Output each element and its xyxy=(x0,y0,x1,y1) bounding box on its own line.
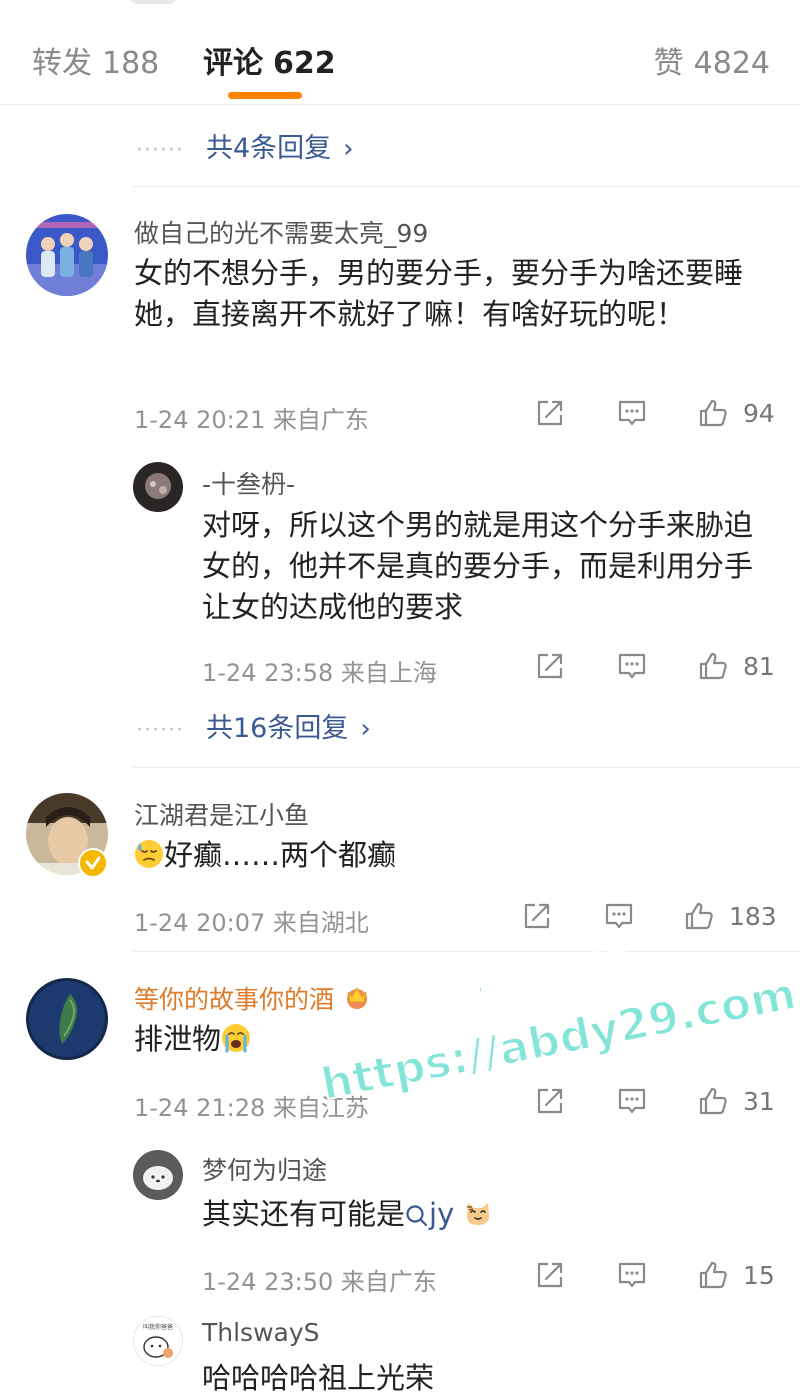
view-replies-link[interactable]: ······ 共16条回复 › xyxy=(136,706,371,745)
share-button[interactable] xyxy=(521,900,553,932)
divider xyxy=(133,767,800,768)
like-icon xyxy=(697,1259,729,1291)
search-topic-link[interactable]: jy xyxy=(405,1197,454,1231)
reply-text: 对呀，所以这个男的就是用这个分手来胁迫女的，他并不是真的要分手，而是利用分手让女… xyxy=(202,508,754,624)
comment-location: 来自湖北 xyxy=(272,909,369,937)
tab-likes-label: 赞 xyxy=(653,46,684,81)
reply-location: 来自广东 xyxy=(340,1268,437,1296)
like-count: 81 xyxy=(743,651,775,681)
share-button[interactable] xyxy=(534,1259,566,1291)
reply-location: 来自上海 xyxy=(340,659,437,687)
reply-avatar[interactable] xyxy=(133,1150,183,1200)
chevron-right-icon: › xyxy=(343,134,354,164)
like-button[interactable]: 183 xyxy=(683,900,777,932)
comment-icon xyxy=(616,1085,648,1117)
like-icon xyxy=(683,900,715,932)
like-icon xyxy=(697,1085,729,1117)
comment-username-text: 等你的故事你的酒 xyxy=(134,985,335,1014)
avatar-caption: 叫我你爸爸 xyxy=(143,1323,173,1331)
comment-text: 好癫……两个都癫 xyxy=(164,838,397,872)
sweat-face-emoji-icon xyxy=(135,840,163,868)
tab-comments[interactable]: 评论 622 xyxy=(203,38,336,82)
reply-avatar[interactable] xyxy=(133,462,183,512)
reply-username[interactable]: -十叁枬- xyxy=(202,465,295,501)
avatar[interactable] xyxy=(26,214,108,296)
tab-repost[interactable]: 转发 188 xyxy=(32,38,159,82)
comment-button[interactable] xyxy=(603,900,635,932)
tab-repost-label: 转发 xyxy=(32,46,92,81)
share-icon xyxy=(534,650,566,682)
comment-button[interactable] xyxy=(616,1259,648,1291)
reply-username[interactable]: ThlswayS xyxy=(202,1318,320,1347)
share-icon xyxy=(534,397,566,429)
comment-time: 1-24 20:07 xyxy=(134,909,266,937)
share-button[interactable] xyxy=(534,397,566,429)
view-replies-link[interactable]: ······ 共4条回复 › xyxy=(136,126,354,165)
comment-username[interactable]: 等你的故事你的酒 xyxy=(134,980,372,1016)
comment-time: 1-24 21:28 xyxy=(134,1094,266,1122)
search-icon xyxy=(406,1205,428,1227)
comment-icon xyxy=(616,1259,648,1291)
like-count: 15 xyxy=(743,1260,775,1290)
reply-meta: 1-24 23:50 来自广东 xyxy=(202,1262,437,1297)
comment-username[interactable]: 江湖君是江小鱼 xyxy=(134,796,309,832)
avatar[interactable] xyxy=(26,978,108,1060)
reply-avatar[interactable]: 叫我你爸爸 xyxy=(133,1316,183,1366)
like-count: 94 xyxy=(743,398,775,428)
tab-bar: 转发 188 评论 622 赞 4824 xyxy=(0,0,800,105)
reply-username[interactable]: 梦何为归途 xyxy=(202,1151,327,1187)
comment-username[interactable]: 做自己的光不需要太亮_99 xyxy=(134,214,428,250)
search-term: jy xyxy=(429,1197,455,1231)
dots-icon: ······ xyxy=(136,718,184,743)
cat-face-emoji-icon xyxy=(467,1203,490,1225)
tab-likes[interactable]: 赞 4824 xyxy=(654,38,770,82)
like-button[interactable]: 94 xyxy=(697,397,775,429)
reply-time: 1-24 23:58 xyxy=(202,659,334,687)
comment-text: 女的不想分手，男的要分手，要分手为啥还要睡她，直接离开不就好了嘛！有啥好玩的呢！ xyxy=(134,256,744,331)
like-count: 31 xyxy=(743,1086,775,1116)
dots-icon: ······ xyxy=(136,138,184,163)
active-tab-indicator xyxy=(228,92,302,99)
share-icon xyxy=(521,900,553,932)
comment-button[interactable] xyxy=(616,397,648,429)
reply-meta: 1-24 23:58 来自上海 xyxy=(202,653,437,688)
share-button[interactable] xyxy=(534,650,566,682)
reply-text: 其实还有可能是 xyxy=(202,1197,406,1231)
crown-badge-icon xyxy=(346,986,367,1009)
comment-button[interactable] xyxy=(616,1085,648,1117)
comment-time: 1-24 20:21 xyxy=(134,406,266,434)
like-icon xyxy=(697,397,729,429)
like-button[interactable]: 81 xyxy=(697,650,775,682)
comment-meta: 1-24 20:21 来自广东 xyxy=(134,400,369,435)
chevron-right-icon: › xyxy=(360,714,371,744)
comment-text: 排泄物 xyxy=(134,1022,222,1056)
comment-icon xyxy=(616,397,648,429)
share-button[interactable] xyxy=(534,1085,566,1117)
comment-button[interactable] xyxy=(616,650,648,682)
comment-icon xyxy=(603,900,635,932)
comment-location: 来自广东 xyxy=(272,406,369,434)
share-icon xyxy=(534,1085,566,1117)
like-icon xyxy=(697,650,729,682)
reply-time: 1-24 23:50 xyxy=(202,1268,334,1296)
comment-icon xyxy=(616,650,648,682)
view-replies-label: 共16条回复 xyxy=(205,713,349,744)
tab-likes-count: 4824 xyxy=(693,46,770,81)
reply-content: 其实还有可能是 jy xyxy=(202,1194,762,1235)
comment-content: 好癫……两个都癫 xyxy=(134,835,754,876)
comment-meta: 1-24 20:07 来自湖北 xyxy=(134,903,369,938)
like-button[interactable]: 31 xyxy=(697,1085,775,1117)
divider xyxy=(133,186,800,187)
like-button[interactable]: 15 xyxy=(697,1259,775,1291)
divider xyxy=(133,951,800,952)
share-icon xyxy=(534,1259,566,1291)
reply-text: 哈哈哈哈祖上光荣 xyxy=(202,1361,435,1395)
verified-badge-icon xyxy=(78,848,108,878)
tab-repost-count: 188 xyxy=(102,46,160,81)
tab-comments-count: 622 xyxy=(273,46,336,81)
like-count: 183 xyxy=(729,901,777,931)
crying-face-emoji-icon xyxy=(222,1024,251,1053)
view-replies-label: 共4条回复 xyxy=(205,133,332,164)
tab-comments-label: 评论 xyxy=(203,46,263,81)
